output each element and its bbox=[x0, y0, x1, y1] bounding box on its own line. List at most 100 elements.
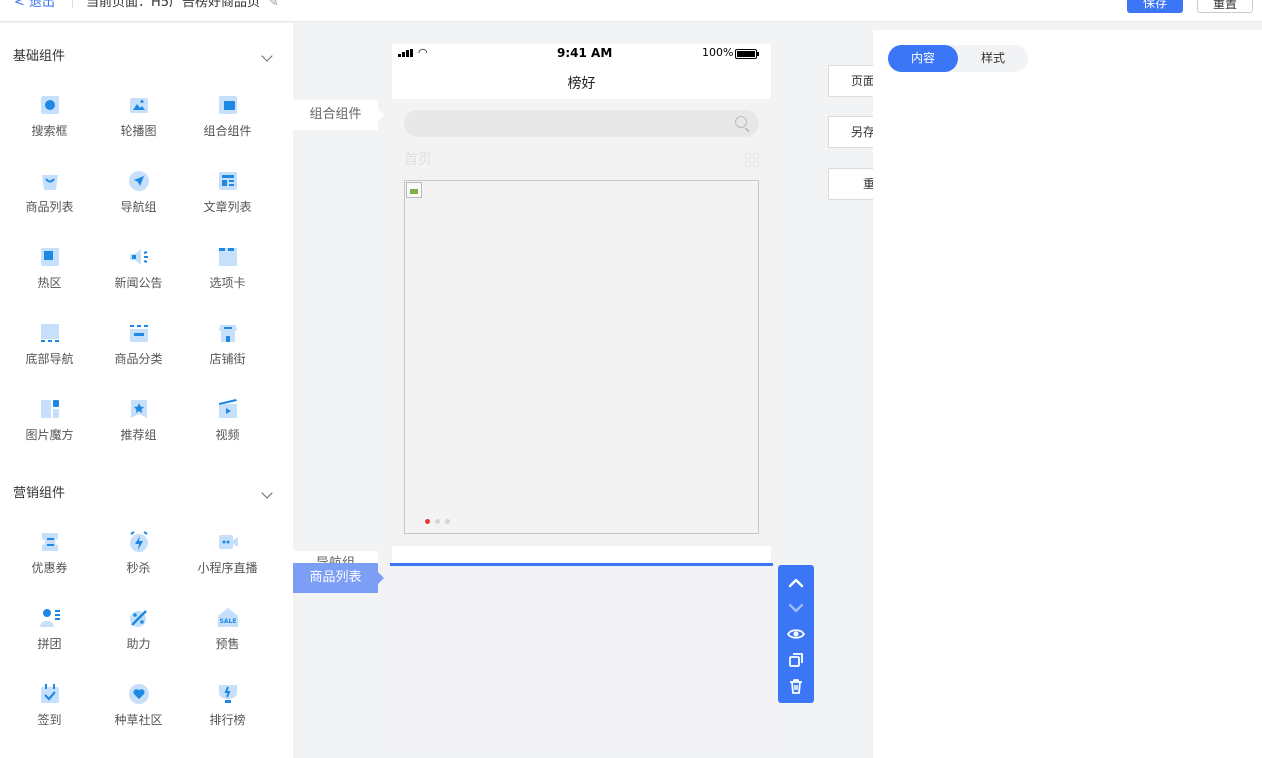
carousel-dot-active bbox=[425, 519, 430, 524]
component-toolbox bbox=[778, 565, 814, 703]
chevron-down-icon[interactable] bbox=[261, 487, 273, 499]
component-item-live-stream[interactable]: 小程序直播 bbox=[183, 517, 272, 593]
broken-image-icon bbox=[406, 182, 422, 198]
bottom-nav-icon bbox=[38, 321, 62, 345]
presale-icon: SALE bbox=[216, 606, 240, 630]
carousel-dots bbox=[425, 519, 450, 524]
component-label: 底部导航 bbox=[25, 352, 74, 366]
property-panel: 内容 样式 bbox=[873, 30, 1262, 758]
top-bar: < 退出 当前页面：H5广告榜好商品页 ✎ 保存 重置 bbox=[0, 0, 1262, 22]
basic-components-grid: 搜索框 轮播图 组合组件商品列表 导航组 文章列表热区 新闻公告 选项卡底部导航 商品分类 店铺… bbox=[5, 80, 275, 460]
component-label: 种草社区 bbox=[114, 713, 163, 727]
save-button[interactable]: 保存 bbox=[1127, 0, 1183, 13]
component-item-flash-sale[interactable]: 秒杀 bbox=[94, 517, 183, 593]
move-up-icon[interactable] bbox=[786, 573, 806, 593]
move-down-icon[interactable] bbox=[786, 598, 806, 618]
grid-menu-icon[interactable] bbox=[745, 153, 759, 167]
component-item-hotspot[interactable]: 热区 bbox=[5, 232, 94, 308]
carousel-banner[interactable] bbox=[404, 180, 759, 534]
carousel-dot bbox=[435, 519, 440, 524]
component-item-goods-category[interactable]: 商品分类 bbox=[94, 308, 183, 384]
search-icon bbox=[735, 116, 747, 128]
component-item-combo-component[interactable]: 组合组件 bbox=[183, 80, 272, 156]
goods-category-icon bbox=[127, 321, 151, 345]
component-item-article-list[interactable]: 文章列表 bbox=[183, 156, 272, 232]
edit-icon[interactable]: ✎ bbox=[268, 0, 279, 10]
component-label: 导航组 bbox=[120, 200, 157, 214]
eye-icon[interactable] bbox=[786, 624, 806, 644]
component-label: 热区 bbox=[37, 276, 62, 290]
ranking-icon bbox=[216, 682, 240, 706]
component-label: 店铺街 bbox=[209, 352, 246, 366]
component-item-announcement[interactable]: 新闻公告 bbox=[94, 232, 183, 308]
tag-combo-component[interactable]: 组合组件 bbox=[293, 100, 384, 130]
component-label: 商品列表 bbox=[25, 200, 74, 214]
component-label: 小程序直播 bbox=[197, 561, 258, 575]
component-label: 拼团 bbox=[37, 637, 62, 651]
page-title: 榜好 bbox=[567, 76, 596, 92]
navigation-icon bbox=[127, 169, 151, 193]
status-bar: ◠ 9:41 AM 100% bbox=[392, 44, 771, 64]
component-item-search-box[interactable]: 搜索框 bbox=[5, 80, 94, 156]
component-item-ranking[interactable]: 排行榜 bbox=[183, 669, 272, 745]
video-icon bbox=[216, 397, 240, 421]
tab-style[interactable]: 样式 bbox=[958, 45, 1028, 72]
tabs-icon bbox=[216, 245, 240, 269]
component-label: 优惠券 bbox=[31, 561, 68, 575]
component-item-bottom-nav[interactable]: 底部导航 bbox=[5, 308, 94, 384]
component-item-check-in[interactable]: 签到 bbox=[5, 669, 94, 745]
breadcrumb: 当前页面：H5广告榜好商品页 ✎ bbox=[86, 0, 279, 10]
property-tabs: 内容 样式 bbox=[888, 45, 1028, 72]
component-item-tabs[interactable]: 选项卡 bbox=[183, 232, 272, 308]
component-item-community[interactable]: 种草社区 bbox=[94, 669, 183, 745]
search-bar[interactable] bbox=[404, 110, 759, 137]
chevron-down-icon[interactable] bbox=[261, 50, 273, 62]
component-label: 图片魔方 bbox=[25, 428, 74, 442]
battery-icon bbox=[735, 49, 759, 59]
component-label: 预售 bbox=[215, 637, 240, 651]
recommend-icon bbox=[127, 397, 151, 421]
wifi-icon: ◠ bbox=[418, 46, 428, 59]
community-icon bbox=[127, 682, 151, 706]
component-item-coupon[interactable]: 优惠券 bbox=[5, 517, 94, 593]
goods-list-icon bbox=[38, 169, 62, 193]
component-label: 文章列表 bbox=[203, 200, 252, 214]
delete-icon[interactable] bbox=[786, 676, 806, 696]
breadcrumb-text: 当前页面：H5广告榜好商品页 bbox=[86, 0, 261, 10]
copy-icon[interactable] bbox=[786, 650, 806, 670]
component-label: 轮播图 bbox=[120, 124, 157, 138]
tab-content[interactable]: 内容 bbox=[888, 45, 958, 72]
carousel-icon bbox=[127, 93, 151, 117]
exit-button[interactable]: < 退出 bbox=[14, 0, 55, 10]
component-label: 推荐组 bbox=[120, 428, 157, 442]
marketing-components-header[interactable]: 营销组件 bbox=[13, 484, 273, 504]
check-in-icon bbox=[38, 682, 62, 706]
component-item-presale[interactable]: SALE 预售 bbox=[183, 593, 272, 669]
combo-component-icon bbox=[216, 93, 240, 117]
component-label: 组合组件 bbox=[203, 124, 252, 138]
combo-component-block[interactable]: 首页 bbox=[392, 99, 771, 546]
hotspot-icon bbox=[38, 245, 62, 269]
goods-list-block[interactable] bbox=[392, 563, 771, 750]
component-label: 视频 bbox=[215, 428, 240, 442]
component-item-group-buy[interactable]: 拼团 bbox=[5, 593, 94, 669]
component-label: 秒杀 bbox=[126, 561, 151, 575]
component-item-goods-list[interactable]: 商品列表 bbox=[5, 156, 94, 232]
nav-item-home[interactable]: 首页 bbox=[404, 149, 432, 169]
drop-indicator bbox=[390, 563, 773, 566]
component-item-recommend[interactable]: 推荐组 bbox=[94, 384, 183, 460]
component-item-video[interactable]: 视频 bbox=[183, 384, 272, 460]
component-label: 新闻公告 bbox=[114, 276, 163, 290]
component-item-carousel[interactable]: 轮播图 bbox=[94, 80, 183, 156]
status-time: 9:41 AM bbox=[557, 46, 613, 60]
component-item-image-cube[interactable]: 图片魔方 bbox=[5, 384, 94, 460]
basic-components-header[interactable]: 基础组件 bbox=[13, 47, 273, 67]
component-item-store-street[interactable]: 店铺街 bbox=[183, 308, 272, 384]
reset-button[interactable]: 重置 bbox=[1197, 0, 1253, 13]
tag-goods-list[interactable]: 商品列表 bbox=[293, 563, 384, 593]
announcement-icon bbox=[127, 245, 151, 269]
group-buy-icon bbox=[38, 606, 62, 630]
component-item-navigation[interactable]: 导航组 bbox=[94, 156, 183, 232]
component-label: 搜索框 bbox=[31, 124, 68, 138]
component-item-assist[interactable]: 助力 bbox=[94, 593, 183, 669]
